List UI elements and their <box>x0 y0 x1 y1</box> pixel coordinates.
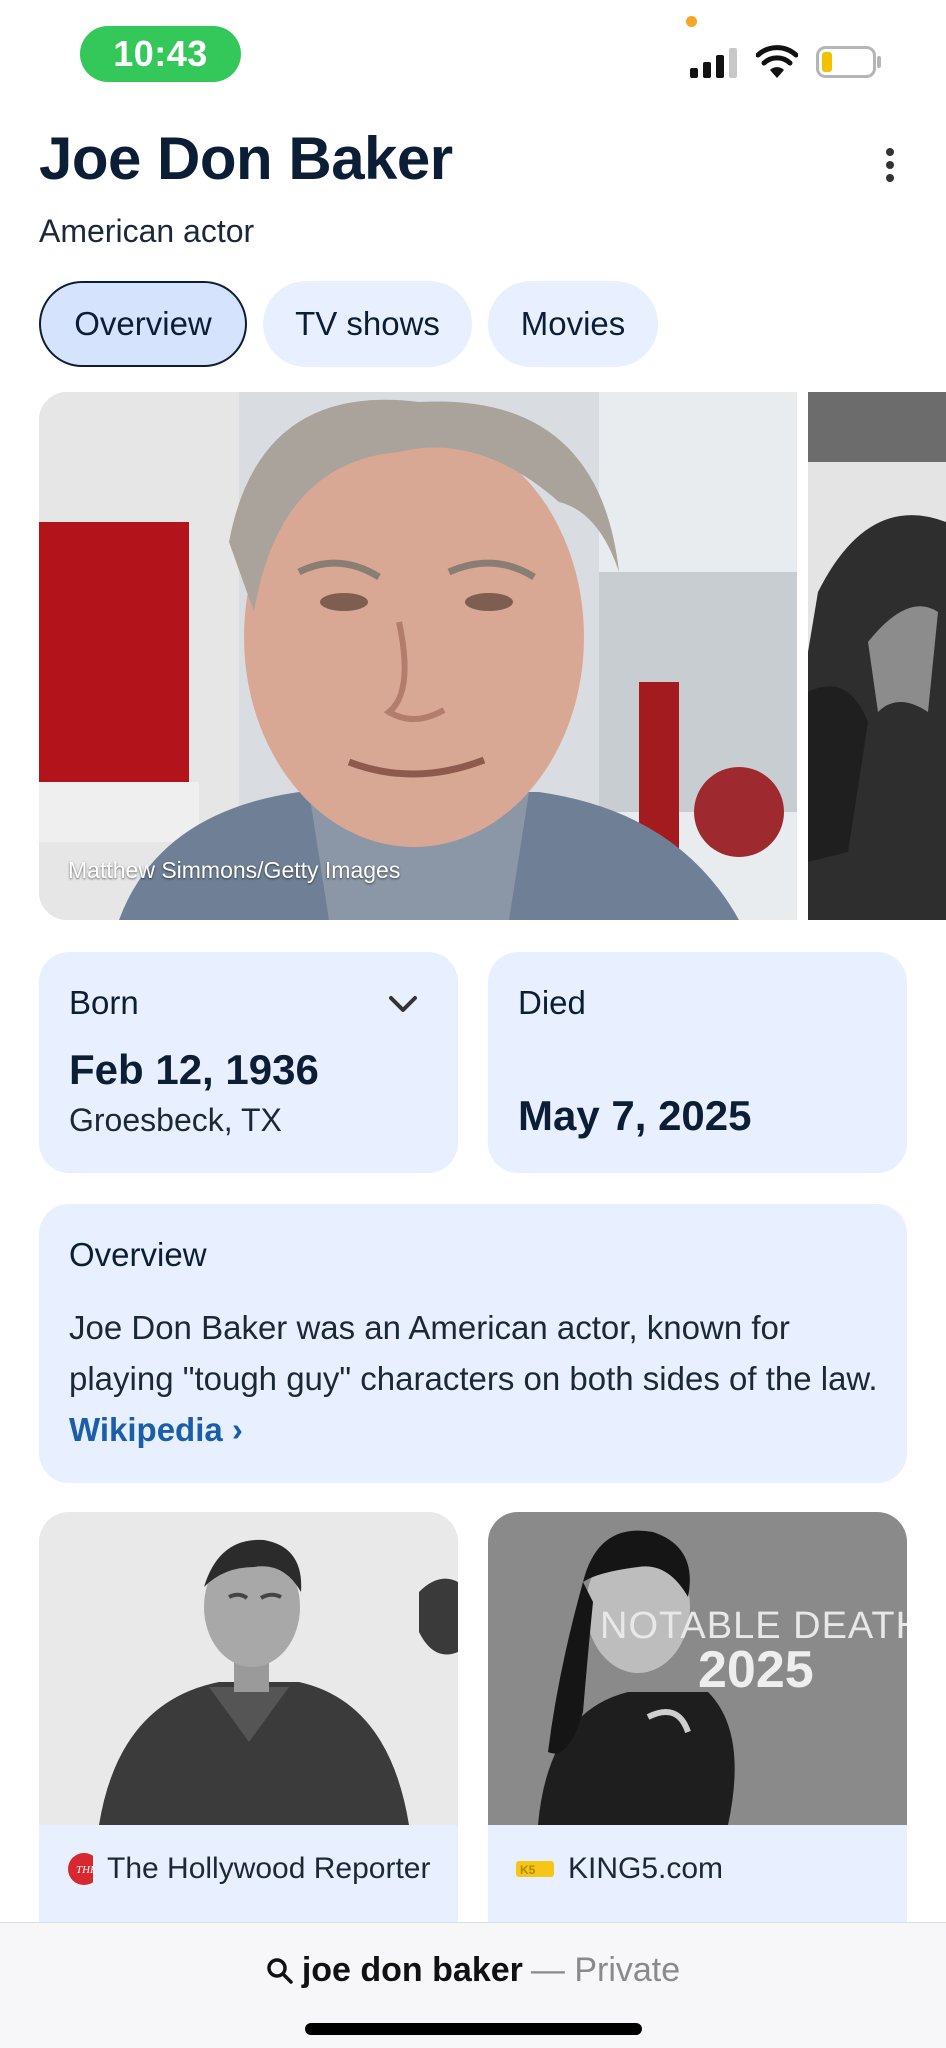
wikipedia-link-label: Wikipedia <box>69 1411 223 1448</box>
privacy-indicator-dot <box>686 16 697 27</box>
news-image-year: 2025 <box>698 1641 814 1699</box>
search-query: joe don baker <box>301 1951 523 1989</box>
died-date: May 7, 2025 <box>518 1092 752 1139</box>
more-options-icon[interactable] <box>872 140 908 190</box>
status-bar: 10:43 <box>0 0 946 110</box>
tab-movies[interactable]: Movies <box>488 281 658 367</box>
photo-credit: Matthew Simmons/Getty Images <box>68 857 401 883</box>
overview-body: Joe Don Baker was an American actor, kno… <box>69 1309 878 1397</box>
news-image: NOTABLE DEATH 2025 <box>488 1512 907 1825</box>
svg-text:K5: K5 <box>520 1863 536 1877</box>
entity-description: American actor <box>39 213 255 249</box>
browsing-mode: — Private <box>530 1951 681 1989</box>
svg-text:THR: THR <box>76 1864 93 1876</box>
search-icon <box>267 1957 293 1984</box>
home-indicator[interactable] <box>305 2023 642 2035</box>
news-source: K5 KING5.com <box>516 1852 723 1886</box>
actor-bw-photo-image <box>808 392 946 920</box>
overview-card: Overview Joe Don Baker was an American a… <box>39 1204 907 1483</box>
tab-bar: Overview TV shows Movies <box>39 281 658 367</box>
overview-title: Overview <box>69 1236 207 1273</box>
chevron-right-icon: › <box>231 1411 243 1448</box>
bottom-search-bar: joe don baker — Private <box>0 1922 946 2048</box>
hollywood-reporter-logo-icon: THR <box>68 1853 93 1885</box>
status-time: 10:43 <box>80 26 241 82</box>
entity-title: Joe Don Baker <box>39 125 453 192</box>
king5-logo-icon: K5 <box>516 1861 554 1877</box>
overview-text: Joe Don Baker was an American actor, kno… <box>69 1302 889 1455</box>
main-photo[interactable] <box>39 392 797 920</box>
search-bar[interactable]: joe don baker — Private <box>0 1951 946 1990</box>
next-photo[interactable] <box>808 392 946 920</box>
news-source-name: KING5.com <box>568 1852 724 1885</box>
born-place: Groesbeck, TX <box>69 1102 282 1138</box>
born-date: Feb 12, 1936 <box>69 1046 319 1093</box>
died-label: Died <box>518 984 586 1021</box>
wikipedia-link[interactable]: Wikipedia › <box>69 1411 243 1448</box>
news-card[interactable]: THR The Hollywood Reporter <box>39 1512 458 1972</box>
cellular-signal-icon <box>690 48 737 78</box>
born-label: Born <box>69 984 139 1021</box>
tab-overview[interactable]: Overview <box>39 281 247 367</box>
news-source: THR The Hollywood Reporter <box>67 1852 430 1886</box>
wifi-icon <box>756 45 798 78</box>
born-card[interactable]: Born Feb 12, 1936 Groesbeck, TX <box>39 952 458 1173</box>
died-card: Died May 7, 2025 <box>488 952 907 1173</box>
battery-low-icon <box>816 46 881 78</box>
chevron-down-icon[interactable] <box>385 986 421 1022</box>
news-source-name: The Hollywood Reporter <box>107 1852 431 1885</box>
news-image <box>39 1512 458 1825</box>
actor-portrait-image <box>39 392 797 920</box>
news-card[interactable]: NOTABLE DEATH 2025 K5 KING5.com <box>488 1512 907 1972</box>
tab-tv-shows[interactable]: TV shows <box>263 281 472 367</box>
